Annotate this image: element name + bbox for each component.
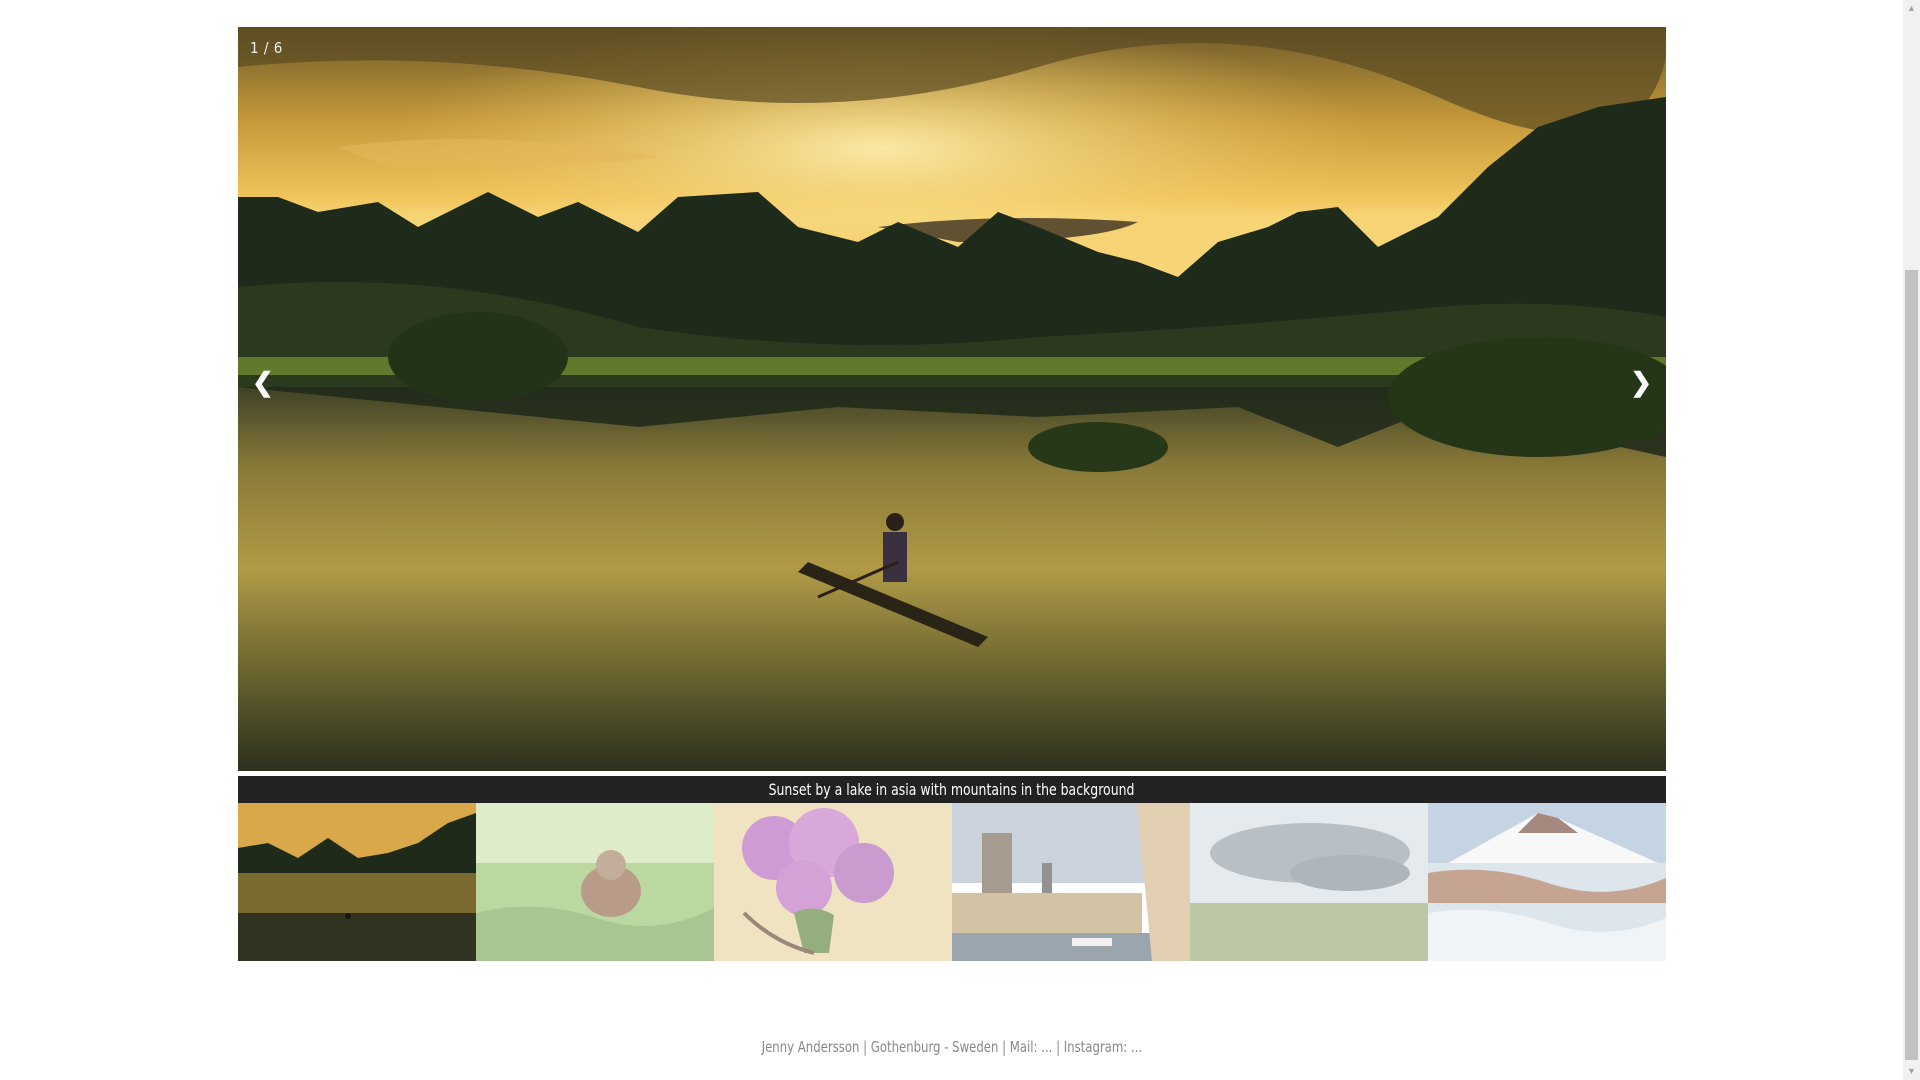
caption-bar: Sunset by a lake in asia with mountains …	[238, 776, 1666, 803]
thumb-bird-grass-image	[476, 803, 714, 961]
thumb-sunset-lake-image	[238, 803, 476, 961]
thumb-storm-field[interactable]	[1190, 803, 1428, 961]
gallery-page: 1 / 6 ❮ ❯ Sunset by a lake in asia with …	[0, 0, 1920, 1080]
previous-slide-button[interactable]: ❮	[244, 367, 282, 397]
slideshow: 1 / 6 ❮ ❯	[238, 27, 1666, 771]
footer: Jenny Andersson | Gothenburg - Sweden | …	[0, 1038, 1903, 1056]
slide-caption: Sunset by a lake in asia with mountains …	[769, 780, 1135, 799]
thumb-city-harbor-image	[952, 803, 1190, 961]
scroll-down-icon[interactable]: ▼	[1903, 1063, 1920, 1080]
footer-text: Jenny Andersson | Gothenburg - Sweden | …	[761, 1038, 1142, 1056]
next-slide-button[interactable]: ❯	[1622, 367, 1660, 397]
page-scrollbar[interactable]: ▲ ▼	[1903, 0, 1920, 1080]
thumb-snowy-mountain-image	[1428, 803, 1666, 961]
thumb-city-harbor[interactable]	[952, 803, 1190, 961]
thumb-storm-field-image	[1190, 803, 1428, 961]
thumb-lilac-flowers-image	[714, 803, 952, 961]
scroll-up-icon[interactable]: ▲	[1903, 0, 1920, 17]
thumb-snowy-mountain[interactable]	[1428, 803, 1666, 961]
thumb-bird-grass[interactable]	[476, 803, 714, 961]
scrollbar-thumb[interactable]	[1905, 270, 1918, 1060]
thumb-lilac-flowers[interactable]	[714, 803, 952, 961]
thumb-sunset-lake[interactable]	[238, 803, 476, 961]
slide-image	[238, 27, 1666, 771]
thumbnail-strip	[238, 803, 1666, 961]
slide-counter: 1 / 6	[250, 39, 283, 57]
